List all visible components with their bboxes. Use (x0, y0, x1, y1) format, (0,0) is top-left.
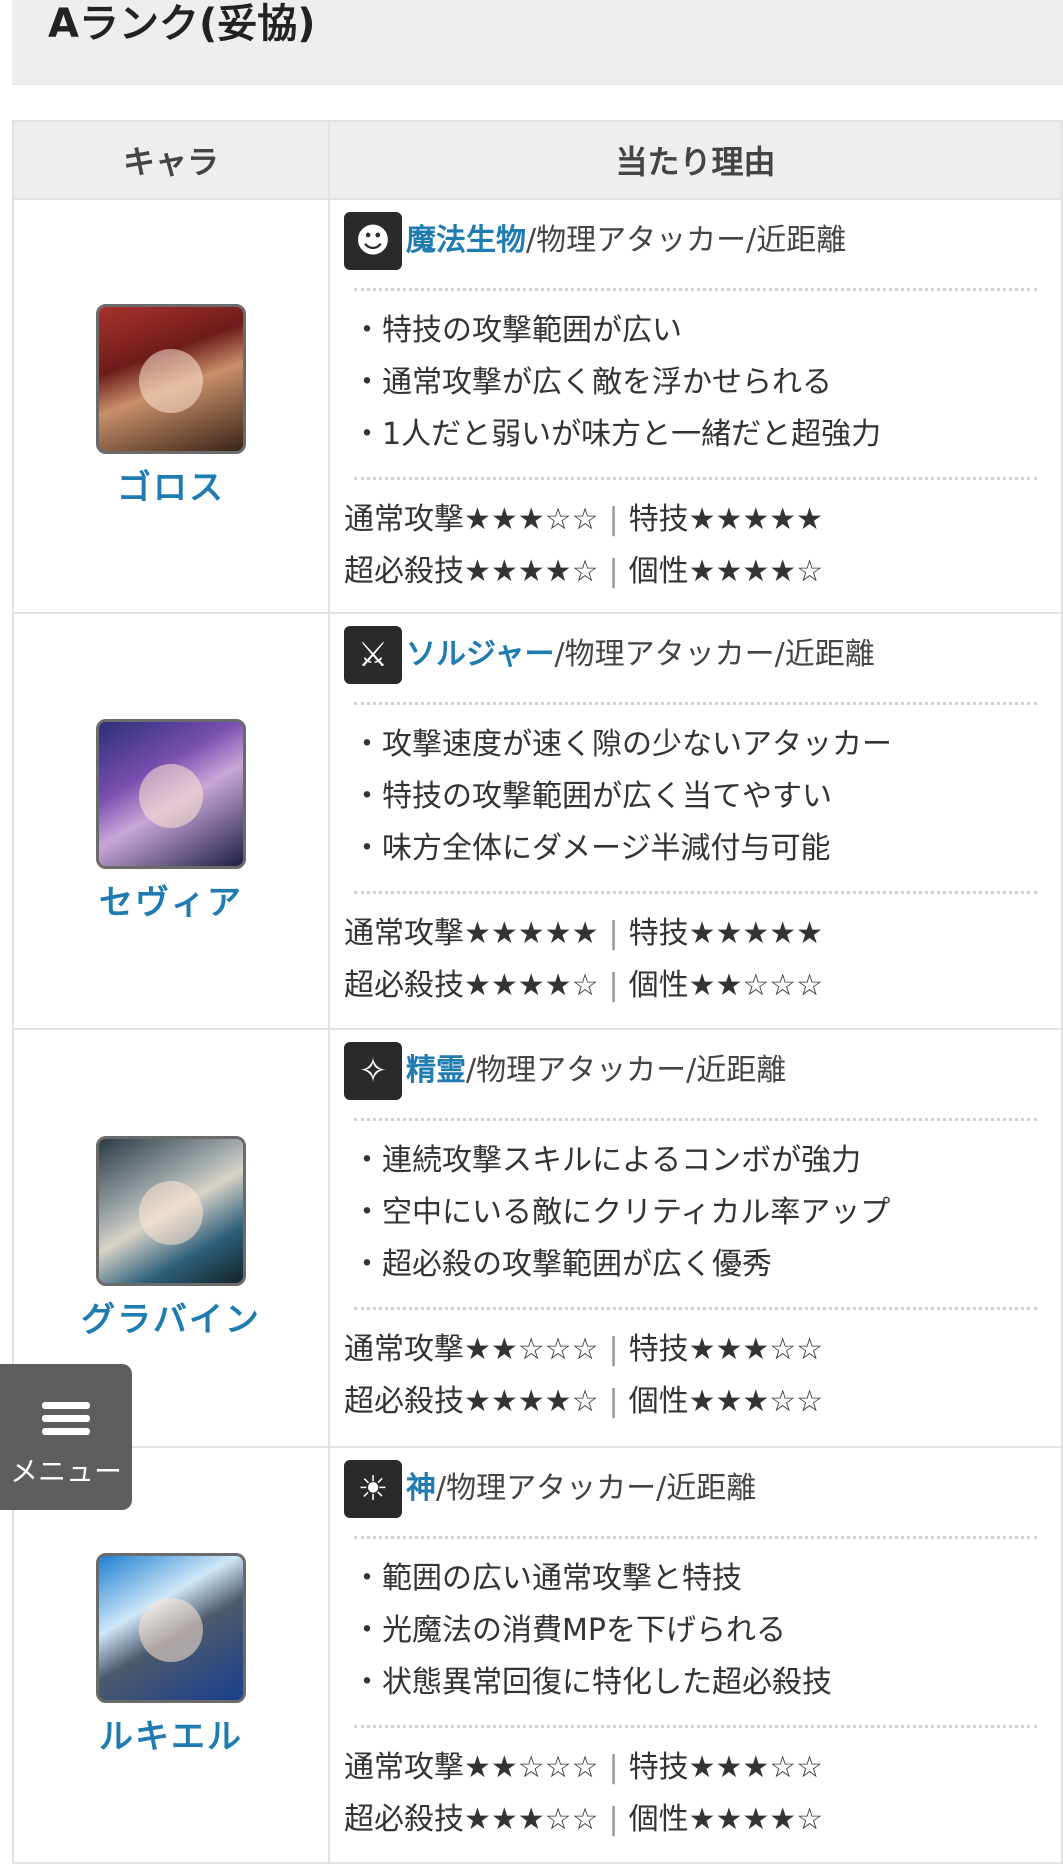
rating-separator: | (608, 554, 619, 589)
type-description: /物理アタッカー/近距離 (554, 637, 875, 672)
dotted-divider (354, 1118, 1037, 1121)
character-portrait-lukiel[interactable] (96, 1552, 246, 1703)
list-item: 攻撃速度が速く隙の少ないアタッカー (352, 719, 1037, 771)
rating-line: 通常攻撃★★★☆☆ | 特技★★★★★ (344, 494, 1037, 546)
dotted-divider (354, 702, 1037, 705)
rating-line: 超必殺技★★★★☆ | 個性★★☆☆☆ (344, 960, 1037, 1012)
menu-label: メニュー (9, 1455, 122, 1488)
hamburger-menu-icon (42, 1402, 90, 1436)
type-link[interactable]: 神 (406, 1458, 436, 1520)
type-line: ✧ 精霊 /物理アタッカー/近距離 (344, 1040, 1037, 1102)
rating-normal-attack: 通常攻撃★★☆☆☆ (344, 1750, 599, 1785)
list-item: 空中にいる敵にクリティカル率アップ (352, 1187, 1037, 1239)
rating-normal-attack: 通常攻撃★★☆☆☆ (344, 1332, 599, 1367)
list-item: 超必殺の攻撃範囲が広く優秀 (352, 1239, 1037, 1291)
type-description: /物理アタッカー/近距離 (526, 223, 847, 258)
reason-cell: ☻ 魔法生物 /物理アタッカー/近距離 特技の攻撃範囲が広い 通常攻撃が広く敵を… (328, 198, 1063, 614)
character-name-link[interactable]: ゴロス (14, 460, 328, 509)
menu-button[interactable]: メニュー (0, 1364, 132, 1510)
rating-ultimate: 超必殺技★★★★☆ (344, 554, 599, 589)
rating-ultimate: 超必殺技★★★☆☆ (344, 1802, 599, 1837)
magic-creature-icon: ☻ (344, 212, 402, 270)
list-item: 連続攻撃スキルによるコンボが強力 (352, 1135, 1037, 1187)
list-item: 1人だと弱いが味方と一緒だと超強力 (352, 409, 1037, 461)
rating-line: 通常攻撃★★☆☆☆ | 特技★★★☆☆ (344, 1324, 1037, 1376)
reason-cell: ☀ 神 /物理アタッカー/近距離 範囲の広い通常攻撃と特技 光魔法の消費MPを下… (328, 1446, 1063, 1864)
character-portrait-goros[interactable] (96, 303, 246, 454)
dotted-divider (354, 1307, 1037, 1310)
table-row: グラバイン ✧ 精霊 /物理アタッカー/近距離 連続攻撃スキルによるコンボが強力… (12, 1028, 1063, 1448)
rating-separator: | (608, 968, 619, 1003)
spirit-icon: ✧ (344, 1042, 402, 1100)
list-item: 状態異常回復に特化した超必殺技 (352, 1657, 1037, 1709)
god-icon: ☀ (344, 1460, 402, 1518)
column-header-character: キャラ (12, 120, 330, 200)
list-item: 味方全体にダメージ半減付与可能 (352, 823, 1037, 875)
rating-ultimate: 超必殺技★★★★☆ (344, 1384, 599, 1419)
rating-line: 通常攻撃★★☆☆☆ | 特技★★★☆☆ (344, 1742, 1037, 1794)
rating-separator: | (608, 1750, 619, 1785)
list-item: 通常攻撃が広く敵を浮かせられる (352, 357, 1037, 409)
table-row: セヴィア ⚔ ソルジャー /物理アタッカー/近距離 攻撃速度が速く隙の少ないアタ… (12, 612, 1063, 1030)
type-description: /物理アタッカー/近距離 (436, 1471, 757, 1506)
character-portrait-sevia[interactable] (96, 718, 246, 869)
table-header-row: キャラ 当たり理由 (12, 120, 1063, 200)
type-link[interactable]: ソルジャー (406, 624, 555, 686)
list-item: 光魔法の消費MPを下げられる (352, 1605, 1037, 1657)
rating-line: 超必殺技★★★☆☆ | 個性★★★★☆ (344, 1794, 1037, 1846)
type-link[interactable]: 魔法生物 (406, 210, 526, 272)
list-item: 範囲の広い通常攻撃と特技 (352, 1553, 1037, 1605)
reason-list: 特技の攻撃範囲が広い 通常攻撃が広く敵を浮かせられる 1人だと弱いが味方と一緒だ… (344, 305, 1037, 461)
rating-personality: 個性★★★☆☆ (628, 1384, 824, 1419)
soldier-icon: ⚔ (344, 626, 402, 684)
type-link[interactable]: 精霊 (406, 1040, 466, 1102)
rating-skill: 特技★★★★★ (628, 916, 824, 951)
ranking-table: キャラ 当たり理由 ゴロス ☻ 魔法生物 /物理アタッカー/近距離 特技の攻撃範… (12, 120, 1063, 1864)
type-line: ☻ 魔法生物 /物理アタッカー/近距離 (344, 210, 1037, 272)
reason-list: 範囲の広い通常攻撃と特技 光魔法の消費MPを下げられる 状態異常回復に特化した超… (344, 1553, 1037, 1709)
dotted-divider (354, 891, 1037, 894)
character-cell: ゴロス (12, 198, 330, 614)
character-cell: セヴィア (12, 612, 330, 1030)
rating-personality: 個性★★★★☆ (628, 554, 824, 589)
rating-skill: 特技★★★☆☆ (628, 1750, 824, 1785)
reason-list: 連続攻撃スキルによるコンボが強力 空中にいる敵にクリティカル率アップ 超必殺の攻… (344, 1135, 1037, 1291)
rating-separator: | (608, 916, 619, 951)
rating-separator: | (608, 1802, 619, 1837)
character-portrait-grabain[interactable] (96, 1135, 246, 1286)
dotted-divider (354, 288, 1037, 291)
column-header-reason: 当たり理由 (328, 120, 1063, 200)
rating-personality: 個性★★★★☆ (628, 1802, 824, 1837)
reason-list: 攻撃速度が速く隙の少ないアタッカー 特技の攻撃範囲が広く当てやすい 味方全体にダ… (344, 719, 1037, 875)
list-item: 特技の攻撃範囲が広い (352, 305, 1037, 357)
dotted-divider (354, 1536, 1037, 1539)
type-line: ⚔ ソルジャー /物理アタッカー/近距離 (344, 624, 1037, 686)
character-name-link[interactable]: セヴィア (14, 875, 328, 924)
rating-separator: | (608, 1384, 619, 1419)
rating-normal-attack: 通常攻撃★★★☆☆ (344, 502, 599, 537)
rating-skill: 特技★★★★★ (628, 502, 824, 537)
dotted-divider (354, 1725, 1037, 1728)
rating-personality: 個性★★☆☆☆ (628, 968, 824, 1003)
rating-separator: | (608, 502, 619, 537)
rating-line: 超必殺技★★★★☆ | 個性★★★★☆ (344, 546, 1037, 598)
table-row: ルキエル ☀ 神 /物理アタッカー/近距離 範囲の広い通常攻撃と特技 光魔法の消… (12, 1446, 1063, 1864)
dotted-divider (354, 477, 1037, 480)
character-name-link[interactable]: ルキエル (14, 1709, 328, 1758)
rating-normal-attack: 通常攻撃★★★★★ (344, 916, 599, 951)
reason-cell: ✧ 精霊 /物理アタッカー/近距離 連続攻撃スキルによるコンボが強力 空中にいる… (328, 1028, 1063, 1448)
type-line: ☀ 神 /物理アタッカー/近距離 (344, 1458, 1037, 1520)
table-row: ゴロス ☻ 魔法生物 /物理アタッカー/近距離 特技の攻撃範囲が広い 通常攻撃が… (12, 198, 1063, 614)
reason-cell: ⚔ ソルジャー /物理アタッカー/近距離 攻撃速度が速く隙の少ないアタッカー 特… (328, 612, 1063, 1030)
rating-line: 超必殺技★★★★☆ | 個性★★★☆☆ (344, 1376, 1037, 1428)
section-title: Aランク(妥協) (48, 1, 316, 47)
rating-skill: 特技★★★☆☆ (628, 1332, 824, 1367)
list-item: 特技の攻撃範囲が広く当てやすい (352, 771, 1037, 823)
rating-ultimate: 超必殺技★★★★☆ (344, 968, 599, 1003)
rating-separator: | (608, 1332, 619, 1367)
type-description: /物理アタッカー/近距離 (466, 1053, 787, 1088)
rating-line: 通常攻撃★★★★★ | 特技★★★★★ (344, 908, 1037, 960)
section-header: Aランク(妥協) (12, 0, 1063, 85)
character-name-link[interactable]: グラバイン (14, 1292, 328, 1341)
